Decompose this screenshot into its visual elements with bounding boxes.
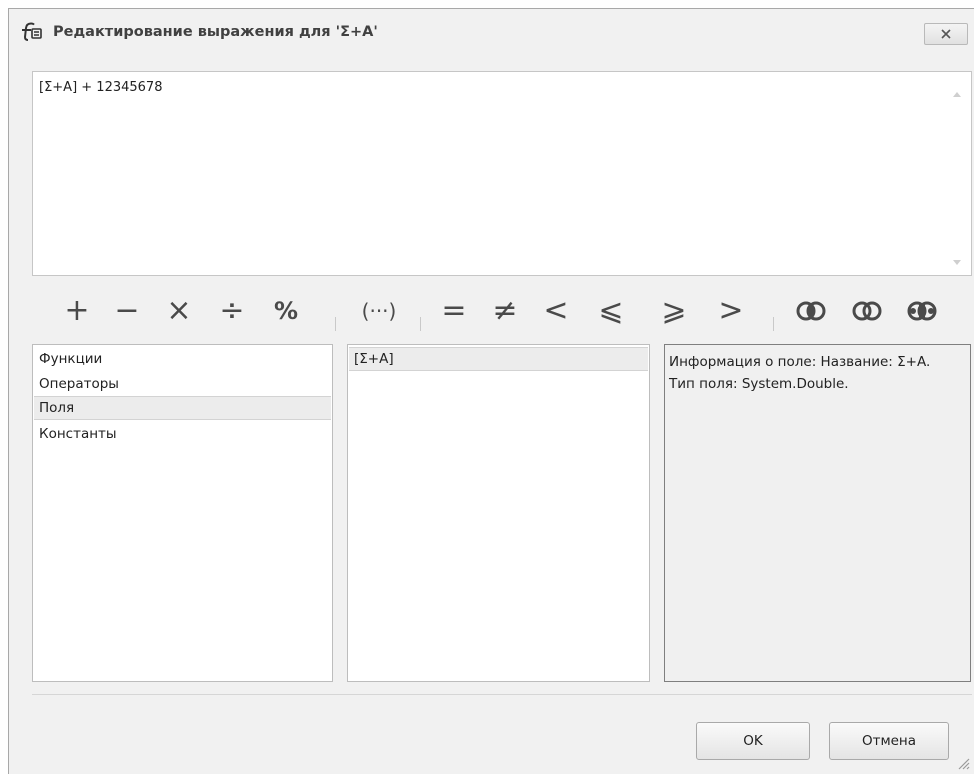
scroll-up-arrow-icon[interactable] xyxy=(953,92,961,97)
field-list[interactable]: [Σ+A] xyxy=(347,344,650,682)
expression-editor-dialog: Редактирование выражения для 'Σ+A' [Σ+A]… xyxy=(8,8,974,774)
toolbar-separator xyxy=(773,317,774,331)
title-bar[interactable]: Редактирование выражения для 'Σ+A' xyxy=(9,9,974,57)
field-info-text: Информация о поле: Название: Σ+A. Тип по… xyxy=(669,354,931,392)
percent-button[interactable]: % xyxy=(266,293,306,329)
expression-input[interactable]: [Σ+A] + 12345678 xyxy=(32,71,972,276)
resize-grip-icon[interactable] xyxy=(956,756,970,770)
cancel-button[interactable]: Отмена xyxy=(829,722,949,760)
equals-button[interactable]: = xyxy=(434,293,474,329)
category-list[interactable]: Функции Операторы Поля Константы xyxy=(32,344,333,682)
category-item-functions[interactable]: Функции xyxy=(34,347,331,371)
logical-or-button[interactable] xyxy=(845,293,889,329)
divide-button[interactable]: ÷ xyxy=(212,293,252,329)
close-icon xyxy=(941,29,951,39)
multiply-button[interactable]: × xyxy=(159,293,199,329)
logical-and-icon xyxy=(796,301,826,321)
greater-or-equal-button[interactable]: ⩾ xyxy=(654,293,694,329)
not-equals-button[interactable]: ≠ xyxy=(485,293,525,329)
logical-not-icon xyxy=(907,301,937,321)
category-item-constants[interactable]: Константы xyxy=(34,422,331,446)
logical-not-button[interactable] xyxy=(900,293,944,329)
function-icon xyxy=(22,22,42,41)
logical-or-icon xyxy=(852,301,882,321)
toolbar-separator xyxy=(420,317,421,331)
toolbar-separator xyxy=(335,317,336,331)
less-than-button[interactable]: < xyxy=(536,293,576,329)
info-panel: Информация о поле: Название: Σ+A. Тип по… xyxy=(664,344,971,682)
logical-and-button[interactable] xyxy=(789,293,833,329)
minus-button[interactable]: − xyxy=(107,293,147,329)
window-title: Редактирование выражения для 'Σ+A' xyxy=(53,24,378,40)
close-button[interactable] xyxy=(924,23,968,45)
scroll-down-arrow-icon[interactable] xyxy=(953,260,961,265)
operator-toolbar: + − × ÷ % (···) = ≠ < ⩽ ⩾ > xyxy=(9,289,974,333)
ok-button[interactable]: OK xyxy=(696,722,810,760)
greater-than-button[interactable]: > xyxy=(711,293,751,329)
field-item[interactable]: [Σ+A] xyxy=(349,347,648,371)
category-item-fields[interactable]: Поля xyxy=(34,396,331,420)
category-item-operators[interactable]: Операторы xyxy=(34,372,331,396)
footer-divider xyxy=(32,694,972,695)
plus-button[interactable]: + xyxy=(57,293,97,329)
expression-text: [Σ+A] + 12345678 xyxy=(39,80,163,95)
less-or-equal-button[interactable]: ⩽ xyxy=(591,293,631,329)
parentheses-button[interactable]: (···) xyxy=(349,293,409,329)
